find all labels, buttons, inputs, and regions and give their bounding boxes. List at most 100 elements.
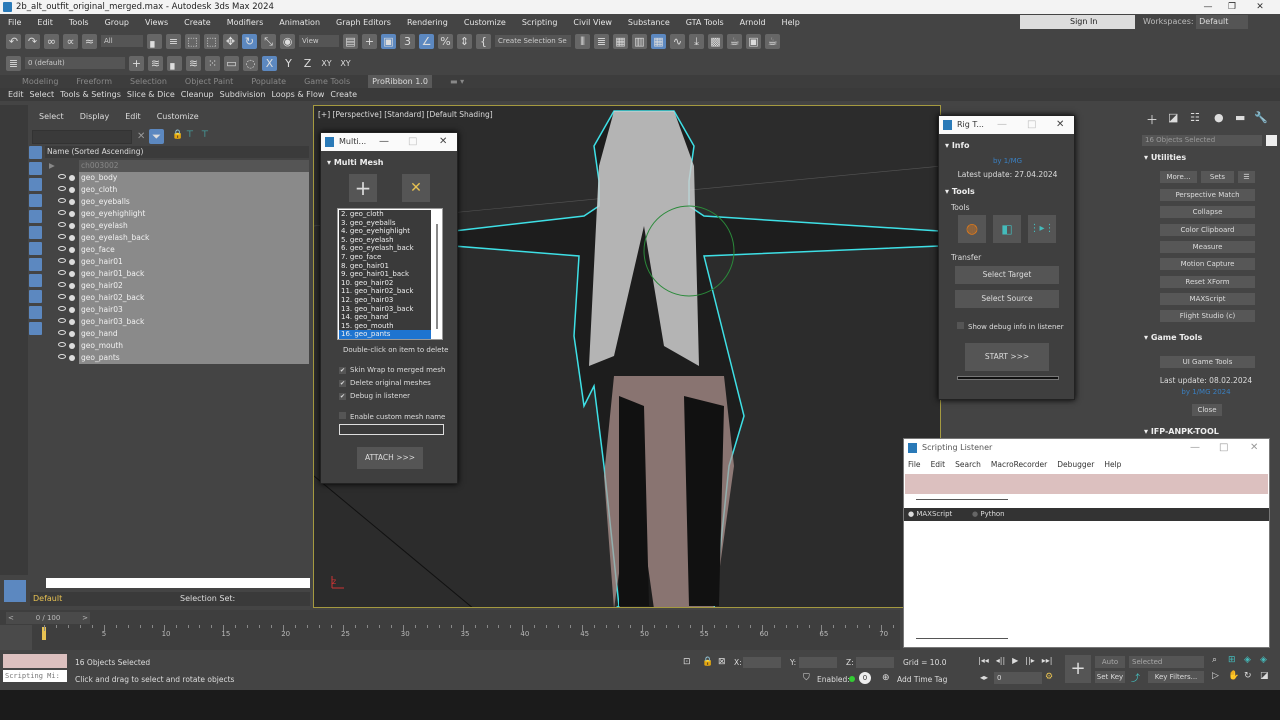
game-tools-close-button[interactable]: Close	[1192, 404, 1222, 416]
select-in-layer-icon[interactable]: ▖	[167, 55, 182, 71]
mesh-list-item[interactable]: 2. geo_cloth	[339, 210, 431, 219]
filter-icon[interactable]: ⏷	[149, 129, 164, 144]
unlink-icon[interactable]: ∝	[63, 33, 78, 49]
maximize-button[interactable]: □	[408, 133, 417, 151]
freeze-dot-icon[interactable]	[69, 259, 75, 265]
more-button[interactable]: More...	[1160, 171, 1197, 183]
globe-tool-button[interactable]: ◍	[958, 215, 986, 243]
selection-name-field[interactable]: 16 Objects Selected	[1142, 135, 1262, 146]
mesh-list-item[interactable]: 6. geo_eyelash_back	[339, 244, 431, 253]
go-to-start-icon[interactable]: |◂◂	[978, 656, 989, 665]
select-target-button[interactable]: Select Target	[955, 266, 1059, 284]
close-button[interactable]: ✕	[439, 133, 447, 151]
mesh-list-item[interactable]: 11. geo_hair02_back	[339, 287, 431, 296]
visibility-eye-icon[interactable]	[58, 282, 66, 287]
mesh-list-item[interactable]: 7. geo_face	[339, 253, 431, 262]
explorer-menu-select[interactable]: Select	[39, 112, 64, 121]
explorer-row[interactable]: geo_mouth	[45, 340, 309, 352]
link-icon[interactable]: ∞	[44, 33, 59, 49]
select-object-icon[interactable]: ▖	[147, 33, 162, 49]
explorer-row[interactable]: geo_pants	[45, 352, 309, 364]
explorer-row[interactable]: geo_hair03_back	[45, 316, 309, 328]
menu-create[interactable]: Create	[176, 18, 219, 27]
utility-color-clipboard-button[interactable]: Color Clipboard	[1160, 223, 1255, 236]
add-to-layer-icon[interactable]: ≋	[148, 55, 163, 71]
menu-group[interactable]: Group	[97, 18, 137, 27]
explorer-row[interactable]: geo_hair03	[45, 304, 309, 316]
mesh-list-item[interactable]: 5. geo_eyelash	[339, 236, 431, 245]
explorer-row[interactable]: geo_eyelash	[45, 220, 309, 232]
menu-graph-editors[interactable]: Graph Editors	[328, 18, 399, 27]
visibility-eye-icon[interactable]	[58, 318, 66, 323]
select-source-button[interactable]: Select Source	[955, 290, 1059, 308]
mesh-list-item[interactable]: 16. geo_pants	[339, 330, 431, 339]
ifp-anpk-tool-rollout-header[interactable]: ▾ IFP-ANPK-TOOL	[1144, 427, 1274, 436]
create-layer-icon[interactable]: +	[129, 55, 144, 71]
menu-substance[interactable]: Substance	[620, 18, 678, 27]
time-tag-icon[interactable]: ⊕	[882, 673, 890, 683]
tab-game-tools[interactable]: Game Tools	[304, 75, 350, 88]
explorer-row[interactable]: geo_face	[45, 244, 309, 256]
bind-spacewarp-icon[interactable]: ≈	[82, 33, 97, 49]
angle-snap-icon[interactable]: ∠	[419, 33, 434, 49]
axis-z-button[interactable]: Z	[300, 56, 315, 71]
container-filter-icon[interactable]	[29, 290, 42, 303]
tab-modeling[interactable]: Modeling	[22, 75, 58, 88]
mini-listener-top[interactable]	[3, 654, 67, 668]
curve-editor-icon[interactable]: ∿	[670, 33, 685, 49]
snap-circle-icon[interactable]: ◌	[243, 55, 258, 71]
helper-filter-icon[interactable]	[29, 210, 42, 223]
custom-mesh-name-checkbox[interactable]: Enable custom mesh name	[339, 412, 445, 421]
menu-rendering[interactable]: Rendering	[399, 18, 456, 27]
set-key-big-button[interactable]: +	[1065, 655, 1091, 683]
visibility-eye-icon[interactable]	[58, 294, 66, 299]
named-selection-dropdown[interactable]: Create Selection Se	[495, 35, 571, 47]
axis-y-button[interactable]: Y	[281, 56, 296, 71]
menu-tools[interactable]: Tools	[61, 18, 97, 27]
key-mode-dropdown[interactable]: Selected	[1129, 656, 1204, 668]
ribbon-panel-subdivision[interactable]: Subdivision	[220, 88, 266, 101]
scale-icon[interactable]: ⤡	[261, 33, 276, 49]
info-section-header[interactable]: ▾ Info	[945, 141, 969, 150]
schematic-view-icon[interactable]: ⤓	[689, 33, 704, 49]
listener-menu-search[interactable]: Search	[955, 460, 981, 469]
freeze-dot-icon[interactable]	[69, 319, 75, 325]
visibility-eye-icon[interactable]	[58, 186, 66, 191]
expand-arrow-icon[interactable]: ▶	[49, 160, 55, 172]
spinner-snap-icon[interactable]: ⇕	[457, 33, 472, 49]
next-frame-icon[interactable]: ||▸	[1025, 656, 1034, 665]
layer-hierarchy-icon[interactable]: ⊤	[201, 130, 209, 140]
axis-x-button[interactable]: X	[262, 55, 277, 71]
tab-proribbon-1-0[interactable]: ProRibbon 1.0	[368, 75, 433, 88]
visibility-eye-icon[interactable]	[58, 174, 66, 179]
python-radio[interactable]: ● Python	[972, 510, 1005, 518]
viewport-label[interactable]: [+] [Perspective] [Standard] [Default Sh…	[318, 110, 493, 119]
orbit-icon[interactable]: ↻	[1244, 671, 1252, 681]
macro-recorder-pane[interactable]	[905, 474, 1268, 494]
mesh-list-item[interactable]: 8. geo_hair01	[339, 262, 431, 271]
time-config-toggle-icon[interactable]: ◂▸	[980, 673, 988, 682]
frozen-filter-icon[interactable]	[29, 306, 42, 319]
freeze-dot-icon[interactable]	[69, 355, 75, 361]
absolute-mode-icon[interactable]: ⊠	[718, 657, 726, 667]
listener-menu-macrorecorder[interactable]: MacroRecorder	[991, 460, 1047, 469]
bone-filter-icon[interactable]	[29, 274, 42, 287]
explorer-row[interactable]: geo_eyelash_back	[45, 232, 309, 244]
hidden-filter-icon[interactable]	[29, 322, 42, 335]
listener-scrollbar[interactable]	[916, 638, 1008, 639]
menu-customize[interactable]: Customize	[456, 18, 514, 27]
tools-section-header[interactable]: ▾ Tools	[945, 187, 975, 196]
object-color-swatch[interactable]	[1266, 135, 1277, 146]
clear-search-icon[interactable]: ✕	[137, 131, 145, 142]
mesh-list-item[interactable]: 14. geo_hand	[339, 313, 431, 322]
close-button[interactable]: ✕	[1056, 116, 1064, 134]
isolate-icon[interactable]: ⊡	[683, 657, 691, 667]
ribbon-options-icon[interactable]: ▬ ▾	[450, 75, 464, 88]
go-to-end-icon[interactable]: ▸▸|	[1042, 656, 1053, 665]
enabled-indicator[interactable]	[849, 676, 855, 682]
rotate-icon[interactable]: ↻	[242, 33, 257, 49]
mesh-list-item[interactable]: 10. geo_hair02	[339, 279, 431, 288]
ribbon-panel-slice-dice[interactable]: Slice & Dice	[127, 88, 175, 101]
sign-in-button[interactable]: Sign In	[1020, 15, 1135, 29]
explorer-menu-display[interactable]: Display	[80, 112, 110, 121]
